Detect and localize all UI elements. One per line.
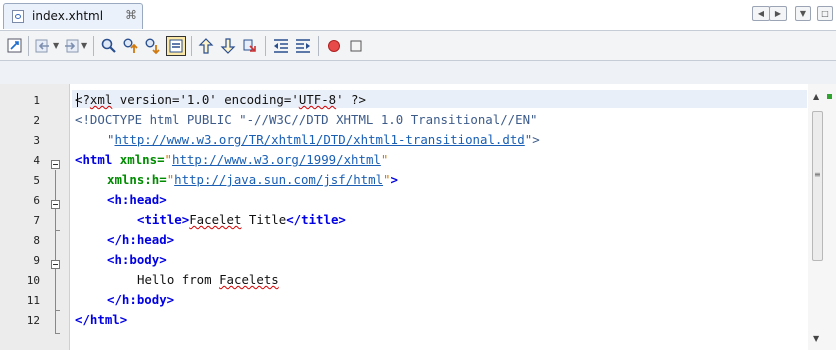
toolbar-separator [93, 36, 94, 56]
toolbar-separator [28, 36, 29, 56]
code-line-12: </html> [75, 312, 127, 327]
token: <html [75, 152, 113, 167]
code-line-10: Hello from Facelets [137, 272, 279, 287]
token: </h:head> [107, 232, 175, 247]
url-link[interactable]: http://www.w3.org/TR/xhtml1/DTD/xhtml1-t… [114, 132, 524, 147]
fold-end [55, 230, 60, 231]
scroll-tabs-right-icon[interactable]: ▶ [769, 6, 787, 21]
code-line-8: </h:head> [107, 232, 174, 247]
stop-macro-recording-icon[interactable] [347, 37, 365, 55]
line-number: 1 [33, 94, 40, 107]
token: xml [89, 92, 113, 107]
token: Facelet [189, 212, 242, 227]
code-line-4: <html xmlns="http://www.w3.org/1999/xhtm… [75, 152, 388, 167]
editor-tab-bar: index.xhtml ⌘ ◀ ▶ ▼ □ [0, 0, 836, 30]
fold-collapse-icon[interactable] [51, 200, 60, 209]
line-number: 11 [26, 294, 40, 307]
shift-line-left-icon[interactable] [272, 37, 290, 55]
scroll-down-icon[interactable]: ▼ [813, 334, 819, 343]
code-editor[interactable]: <?xml version='1.0' encoding='UTF-8' ?> … [72, 84, 807, 350]
token: > [390, 172, 398, 187]
line-number: 10 [26, 274, 40, 287]
close-tab-icon[interactable]: ⌘ [125, 8, 137, 22]
line-number: 7 [33, 214, 40, 227]
code-line-3: "http://www.w3.org/TR/xhtml1/DTD/xhtml1-… [107, 132, 540, 147]
find-icon[interactable] [100, 37, 118, 55]
find-next-icon[interactable] [144, 37, 162, 55]
code-line-9: <h:body> [107, 252, 167, 267]
line-number: 5 [33, 174, 40, 187]
line-number: 4 [33, 154, 40, 167]
code-line-1: <?xml version='1.0' encoding='UTF-8' ?> [75, 92, 366, 107]
toolbar-separator [191, 36, 192, 56]
maximize-window-icon[interactable]: □ [817, 6, 833, 21]
line-number: 2 [33, 114, 40, 127]
fold-end [55, 333, 60, 334]
toggle-bookmark-icon[interactable] [241, 37, 259, 55]
token: ' ?> [336, 92, 366, 107]
previous-bookmark-icon[interactable] [197, 37, 215, 55]
xhtml-file-icon [12, 10, 24, 23]
scrollbar-thumb[interactable]: ≡ [812, 111, 823, 261]
code-line-11: </h:body> [107, 292, 174, 307]
line-number-gutter: 1 2 3 4 5 6 7 8 9 10 11 12 [0, 84, 70, 350]
token: " [164, 152, 172, 167]
token: <title> [137, 212, 190, 227]
line-number: 8 [33, 234, 40, 247]
show-opened-documents-icon[interactable]: ▼ [795, 6, 811, 21]
token: <h:head> [107, 192, 167, 207]
forward-icon[interactable] [62, 37, 80, 55]
scroll-up-icon[interactable]: ▲ [813, 92, 819, 101]
line-number: 9 [33, 254, 40, 267]
fold-collapse-icon[interactable] [51, 260, 60, 269]
url-link[interactable]: http://www.w3.org/1999/xhtml [172, 152, 381, 167]
status-ok-icon [827, 94, 832, 99]
fold-collapse-icon[interactable] [51, 160, 60, 169]
token: version='1.0' encoding=' [112, 92, 299, 107]
start-macro-recording-icon[interactable] [325, 37, 343, 55]
vertical-scrollbar[interactable]: ▲ ≡ ▼ [808, 84, 836, 350]
token: </html> [75, 312, 128, 327]
line-number: 12 [26, 314, 40, 327]
next-bookmark-icon[interactable] [219, 37, 237, 55]
token: </h:body> [107, 292, 175, 307]
token: Title [241, 212, 287, 227]
token: Facelets [219, 272, 279, 287]
gutter-divider [69, 84, 70, 350]
line-number: 3 [33, 134, 40, 147]
tab-label: index.xhtml [32, 9, 104, 23]
token: <!DOCTYPE html PUBLIC "-//W3C//DTD XHTML… [75, 112, 538, 127]
code-line-6: <h:head> [107, 192, 167, 207]
forward-dropdown-icon[interactable]: ▼ [81, 41, 87, 50]
editor-tab-index-xhtml[interactable]: index.xhtml ⌘ [3, 3, 143, 29]
editor-top-strip [0, 61, 836, 84]
shift-line-right-icon[interactable] [294, 37, 312, 55]
token: Hello from [137, 272, 220, 287]
token: </title> [286, 212, 346, 227]
token: <h:body> [107, 252, 167, 267]
token: <? [75, 92, 90, 107]
token: xmlns:h= [107, 172, 167, 187]
scroll-tabs-left-icon[interactable]: ◀ [752, 6, 770, 21]
toolbar-separator [318, 36, 319, 56]
grip-icon: ≡ [814, 170, 821, 179]
token: " [380, 152, 389, 167]
fold-end [55, 310, 60, 311]
token: "> [524, 132, 540, 147]
code-line-2: <!DOCTYPE html PUBLIC "-//W3C//DTD XHTML… [75, 112, 538, 127]
history-icon[interactable] [6, 37, 24, 55]
url-link[interactable]: http://java.sun.com/jsf/html [174, 172, 383, 187]
back-icon[interactable] [34, 37, 52, 55]
token: xmlns= [112, 152, 165, 167]
token: UTF-8 [298, 92, 337, 107]
toggle-highlight-search-icon[interactable] [166, 36, 186, 56]
back-dropdown-icon[interactable]: ▼ [53, 41, 59, 50]
toolbar-separator [265, 36, 266, 56]
find-previous-icon[interactable] [122, 37, 140, 55]
editor-toolbar: ▼ ▼ [0, 30, 836, 61]
code-line-5: xmlns:h="http://java.sun.com/jsf/html"> [107, 172, 398, 187]
line-number: 6 [33, 194, 40, 207]
code-line-7: <title>Facelet Title</title> [137, 212, 346, 227]
token: " [383, 172, 391, 187]
